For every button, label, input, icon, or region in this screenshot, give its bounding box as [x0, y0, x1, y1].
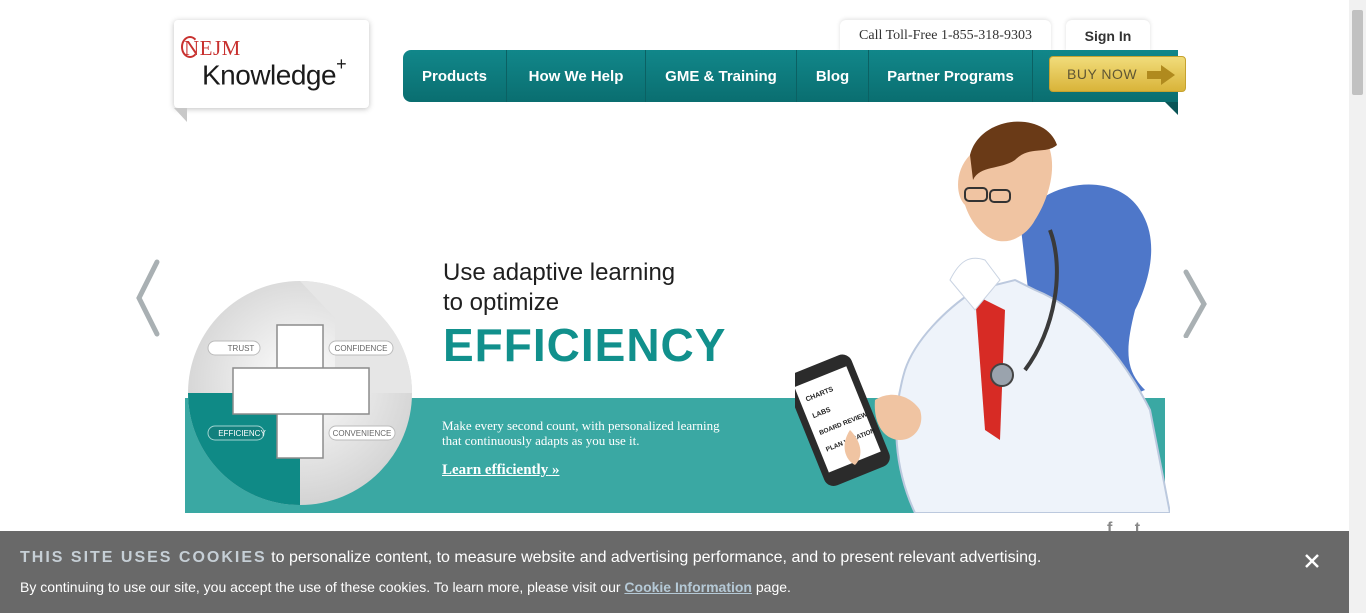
logo-circle-icon: [181, 36, 199, 58]
cookie-heading: THIS SITE USES COOKIES: [20, 549, 267, 566]
cookie-banner: THIS SITE USES COOKIES to personalize co…: [0, 531, 1349, 613]
carousel-next-icon[interactable]: [1180, 258, 1210, 338]
logo-card-tail: [174, 108, 187, 122]
sign-in-label: Sign In: [1084, 28, 1132, 44]
nav-item-products[interactable]: Products: [403, 50, 507, 102]
hero-headline: Use adaptive learning to optimize: [443, 258, 675, 318]
close-icon[interactable]: [1300, 549, 1324, 573]
hero-headline-line2: to optimize: [443, 289, 560, 316]
nav-item-partner-programs[interactable]: Partner Programs: [869, 50, 1033, 102]
doctor-illustration: CHARTS LABS BOARD REVIEW PLAN VACATION: [795, 121, 1170, 513]
cookie-line1-text: to personalize content, to measure websi…: [266, 549, 1042, 566]
carousel-prev-icon[interactable]: [133, 258, 163, 338]
circle-label-confidence: CONFIDENCE: [335, 344, 388, 353]
page-scrollbar[interactable]: [1349, 0, 1366, 613]
toll-free-phone-text: Call Toll-Free 1-855-318-9303: [859, 28, 1032, 43]
nav-item-gme-training[interactable]: GME & Training: [646, 50, 797, 102]
cookie-line2-post: page.: [751, 579, 791, 595]
buy-now-label: BUY NOW: [1067, 66, 1138, 82]
circle-label-trust: TRUST: [228, 344, 255, 353]
cookie-line2: By continuing to use our site, you accep…: [20, 579, 791, 595]
hero-blurb: Make every second count, with personaliz…: [442, 418, 720, 448]
toll-free-phone[interactable]: Call Toll-Free 1-855-318-9303: [840, 20, 1051, 52]
sign-in-button[interactable]: Sign In: [1066, 20, 1150, 52]
cross-circle-graphic: TRUST CONFIDENCE EFFICIENCY CONVENIENCE: [188, 281, 412, 505]
nav-item-how-we-help[interactable]: How We Help: [507, 50, 646, 102]
learn-efficiently-label: Learn efficiently: [442, 462, 549, 478]
logo-plus: +: [336, 54, 347, 74]
chevron-double-right-icon: »: [551, 462, 560, 478]
cookie-line1: THIS SITE USES COOKIES to personalize co…: [20, 549, 1041, 567]
hero-headline-big: EFFICIENCY: [443, 319, 727, 371]
circle-label-convenience: CONVENIENCE: [333, 429, 392, 438]
scrollbar-thumb[interactable]: [1352, 10, 1363, 95]
arrow-right-icon: [1147, 65, 1175, 85]
logo-wordmark-text: Knowledge: [202, 59, 337, 91]
nav-item-blog[interactable]: Blog: [797, 50, 869, 102]
logo-wordmark: Knowledge+: [202, 54, 347, 91]
learn-efficiently-link[interactable]: Learn efficiently »: [442, 462, 559, 479]
cookie-information-link[interactable]: Cookie Information: [624, 579, 752, 595]
circle-label-efficiency: EFFICIENCY: [218, 429, 266, 438]
buy-now-button[interactable]: BUY NOW: [1049, 56, 1186, 92]
cookie-line2-pre: By continuing to use our site, you accep…: [20, 579, 625, 595]
hero-headline-line1: Use adaptive learning: [443, 259, 676, 286]
